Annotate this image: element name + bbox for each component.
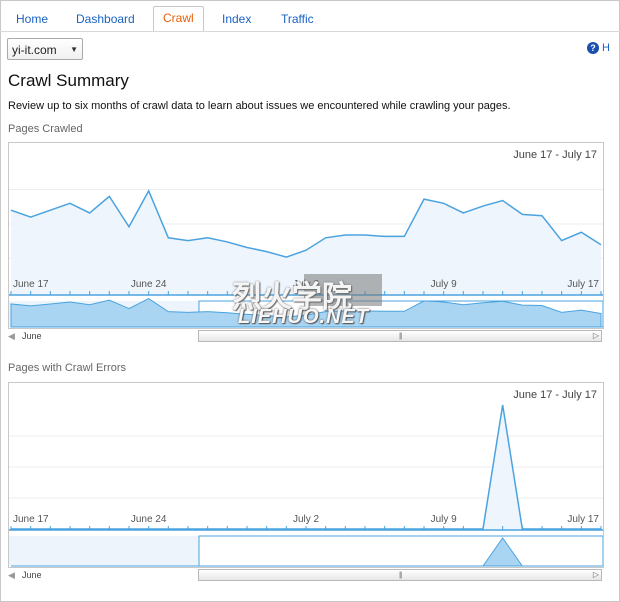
help-label: H — [602, 42, 610, 54]
help-circle-icon: ? — [587, 42, 600, 54]
site-selector[interactable]: yi-it.com ▼ — [7, 38, 83, 60]
x-tick-label: June 17 — [13, 279, 49, 290]
tab-traffic[interactable]: Traffic — [281, 8, 314, 30]
page-title: Crawl Summary — [8, 71, 129, 90]
navigator-start-label: June — [22, 331, 42, 341]
scroll-right-icon[interactable]: ▷ — [593, 331, 599, 340]
tab-index[interactable]: Index — [222, 8, 251, 30]
pages-crawled-label: Pages Crawled — [8, 123, 83, 135]
crawl-errors-label: Pages with Crawl Errors — [8, 362, 126, 374]
help-link[interactable]: ? H — [587, 42, 610, 54]
scrollbar-grip-icon: ||| — [399, 572, 403, 579]
chart-svg: June 17 June 24 July 2 July 9 July 17 — [9, 189, 603, 328]
chart-navigator-2: ◀ June ||| ▷ — [8, 569, 602, 583]
navigator-start-label: June — [22, 570, 42, 580]
tab-home[interactable]: Home — [16, 8, 48, 30]
x-tick-label: July 9 — [431, 279, 458, 290]
chart-navigator-1: ◀ June ||| ▷ — [8, 330, 602, 344]
range-scrollbar[interactable]: ||| ▷ — [198, 330, 602, 342]
chart-svg: June 17 June 24 July 2 July 9 July 17 — [9, 404, 603, 567]
scrollbar-grip-icon: ||| — [399, 333, 403, 340]
pages-crawled-chart: June 17 - July 17 June 17 June 24 July 2 Ju… — [8, 142, 604, 329]
page-description: Review up to six months of crawl data to… — [8, 100, 511, 112]
scroll-left-icon[interactable]: ◀ — [8, 331, 15, 342]
x-tick-label: June 24 — [131, 514, 167, 525]
tab-divider — [0, 31, 620, 32]
tab-dashboard[interactable]: Dashboard — [76, 8, 135, 30]
tab-bar: Home Dashboard Crawl Index Traffic — [0, 6, 620, 32]
range-scrollbar[interactable]: ||| ▷ — [198, 569, 602, 581]
scroll-left-icon[interactable]: ◀ — [8, 570, 15, 581]
crawl-errors-chart: June 17 - July 17 June 17 June 24 July 2 Ju… — [8, 382, 604, 568]
x-tick-label: June 17 — [13, 514, 49, 525]
x-tick-label: June 24 — [131, 279, 167, 290]
x-tick-label: July 9 — [431, 514, 458, 525]
site-selector-value: yi-it.com — [12, 43, 57, 57]
scroll-right-icon[interactable]: ▷ — [593, 570, 599, 579]
dropdown-arrow-icon: ▼ — [70, 45, 78, 54]
overview-selected — [198, 535, 603, 567]
x-tick-label: July 2 — [293, 514, 320, 525]
x-tick-label: July 2 — [293, 279, 320, 290]
overview-unselected — [9, 536, 199, 566]
x-tick-label: July 17 — [567, 514, 599, 525]
tab-crawl[interactable]: Crawl — [153, 6, 204, 32]
x-tick-label: July 17 — [567, 279, 599, 290]
